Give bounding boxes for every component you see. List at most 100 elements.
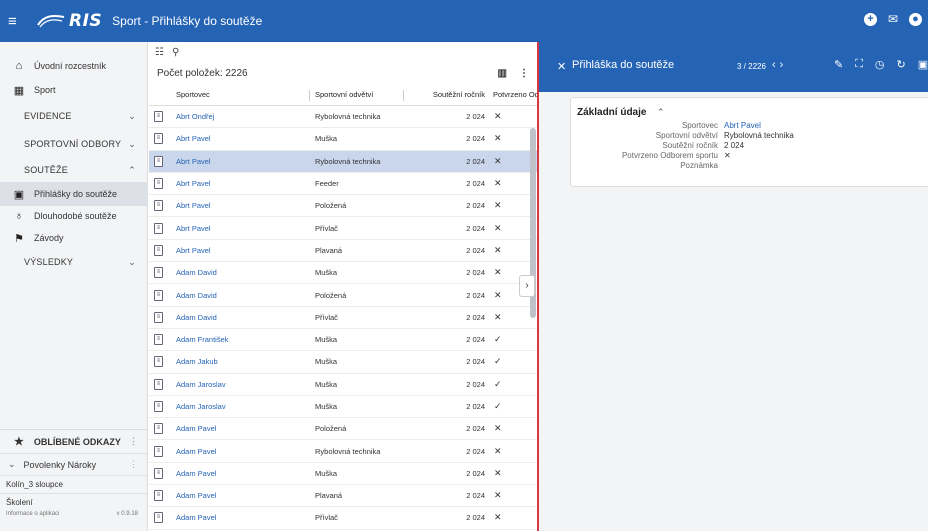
chevron-up-icon[interactable]: ⌃ — [657, 107, 665, 118]
favorites-group[interactable]: ⌄ Povolenky Nároky ⋮ — [0, 453, 148, 475]
user-icon[interactable]: ● — [909, 13, 922, 26]
chevron-down-icon: ⌄ — [128, 138, 136, 149]
table-row[interactable]: ≡ Adam David Přívlač 2 024 ✕ — [149, 307, 537, 329]
more-vertical-icon[interactable]: ⋮ — [519, 68, 529, 79]
cell-sportovec[interactable]: Abrt Pavel — [176, 201, 211, 210]
favorite-link[interactable]: Školení — [0, 493, 148, 511]
table-row[interactable]: ≡ Adam Pavel Rybolovná technika 2 024 ✕ — [149, 440, 537, 463]
sidebar-item-label: Sport — [34, 85, 56, 95]
cell-sportovec[interactable]: Adam David — [176, 313, 217, 322]
table-row[interactable]: ≡ Adam Pavel Přívlač 2 024 ✕ — [149, 507, 537, 530]
cell-potvrzeno: ✕ — [494, 155, 502, 166]
table-row[interactable]: ≡ Adam Jaroslav Muška 2 024 ✓ — [149, 396, 537, 419]
cell-sportovec[interactable]: Adam Pavel — [176, 491, 216, 500]
cell-sportovec[interactable]: Adam Pavel — [176, 424, 216, 433]
field-value[interactable]: Abrt Pavel — [724, 121, 761, 130]
sidebar-section-vysledky[interactable]: VÝSLEDKY ⌄ — [24, 250, 146, 274]
table-row[interactable]: ≡ Abrt Pavel Feeder 2 024 ✕ — [149, 173, 537, 196]
document-icon: ≡ — [154, 423, 163, 435]
search-icon[interactable]: ⚲ — [172, 47, 179, 58]
cell-odvetvi: Muška — [315, 379, 338, 389]
column-header-potvrzeno[interactable]: Potvrzeno Odb — [493, 90, 537, 99]
cell-sportovec[interactable]: Abrt Pavel — [176, 179, 211, 188]
sidebar-section-souteze[interactable]: SOUTĚŽE ⌃ — [24, 158, 146, 182]
table-row[interactable]: ≡ Abrt Ondřej Rybolovná technika 2 024 ✕ — [149, 106, 537, 129]
cell-sportovec[interactable]: Adam Jakub — [176, 357, 218, 366]
cell-sportovec[interactable]: Abrt Pavel — [176, 157, 211, 166]
history-icon[interactable]: ◷ — [875, 58, 885, 71]
table-row[interactable]: ≡ Abrt Pavel Muška 2 024 ✕ — [149, 128, 537, 151]
hamburger-menu-icon[interactable]: ≡ — [8, 14, 24, 29]
favorite-link[interactable]: Kolín_3 sloupce — [0, 475, 148, 493]
chevron-left-icon[interactable]: ‹ — [772, 59, 780, 71]
sidebar-item-prihlasky[interactable]: ▣ Přihlášky do soutěže — [0, 182, 148, 206]
fullscreen-icon[interactable]: ⛶ — [855, 58, 863, 71]
table-row[interactable]: ≡ Abrt Pavel Přívlač 2 024 ✕ — [149, 217, 537, 240]
add-icon[interactable]: + — [863, 13, 877, 26]
document-icon: ≡ — [154, 133, 163, 145]
table-row[interactable]: ≡ Adam František Muška 2 024 ✓ — [149, 329, 537, 352]
refresh-icon[interactable]: ↻ — [897, 58, 906, 71]
cell-sportovec[interactable]: Adam František — [176, 335, 229, 344]
cell-sportovec[interactable]: Abrt Pavel — [176, 246, 211, 255]
cell-sportovec[interactable]: Abrt Pavel — [176, 224, 211, 233]
table-row[interactable]: ≡ Abrt Pavel Plavaná 2 024 ✕ — [149, 240, 537, 263]
document-icon: ≡ — [154, 401, 163, 412]
cell-sportovec[interactable]: Adam David — [176, 291, 217, 300]
more-vertical-icon[interactable]: ⋮ — [129, 436, 138, 447]
sidebar-item-dlouhodobe[interactable]: ♁ Dlouhodobé soutěže — [0, 204, 148, 228]
logo-swoosh-icon — [37, 15, 65, 28]
sidebar-section-evidence[interactable]: EVIDENCE ⌄ — [24, 104, 146, 128]
cell-sportovec[interactable]: Adam Jaroslav — [176, 402, 226, 411]
table-row[interactable]: ≡ Abrt Pavel Rybolovná technika 2 024 ✕ — [149, 150, 537, 173]
chevron-down-icon: ⌄ — [8, 459, 16, 469]
cell-sportovec[interactable]: Adam David — [176, 268, 217, 277]
table-row[interactable]: ≡ Adam David Položená 2 024 ✕ — [149, 284, 537, 307]
section-label: SOUTĚŽE — [24, 165, 68, 175]
cell-potvrzeno: ✕ — [494, 200, 502, 211]
cell-sportovec[interactable]: Abrt Pavel — [176, 134, 211, 143]
more-vertical-icon[interactable]: ⋮ — [129, 459, 138, 470]
columns-icon[interactable]: ▥ — [498, 68, 507, 79]
table-row[interactable]: ≡ Adam Pavel Plavaná 2 024 ✕ — [149, 485, 537, 508]
cell-sportovec[interactable]: Adam Pavel — [176, 469, 216, 478]
chevron-right-icon[interactable]: › — [780, 59, 788, 71]
delete-icon[interactable]: ▣ — [918, 58, 928, 71]
table-row[interactable]: ≡ Adam Jakub Muška 2 024 ✓ — [149, 351, 537, 374]
sidebar-item-sport[interactable]: ▦ Sport — [0, 78, 148, 102]
favorites-header[interactable]: ★ OBLÍBENÉ ODKAZY ⋮ — [0, 429, 148, 453]
app-logo[interactable]: RIS — [36, 11, 102, 31]
table-row[interactable]: ≡ Adam Jaroslav Muška 2 024 ✓ — [149, 374, 537, 396]
sidebar-item-home[interactable]: ⌂ Úvodní rozcestník — [0, 54, 148, 78]
column-header-odvetvi[interactable]: Sportovní odvětví — [315, 90, 373, 99]
cell-sportovec[interactable]: Adam Pavel — [176, 513, 216, 522]
sidebar-item-zavody[interactable]: ⚑ Závody — [0, 226, 148, 250]
chevron-down-icon: ⌄ — [128, 256, 136, 267]
filter-icon[interactable]: ☷ — [155, 47, 164, 58]
mail-icon[interactable]: ✉ — [888, 13, 898, 26]
cell-potvrzeno: ✕ — [494, 111, 502, 122]
field-label: Sportovec — [681, 121, 718, 130]
cell-potvrzeno: ✕ — [494, 445, 502, 456]
cell-odvetvi: Rybolovná technika — [315, 446, 381, 456]
app-info-link[interactable]: Informace o aplikaci — [6, 511, 59, 523]
collapse-detail-button[interactable]: › — [519, 275, 535, 297]
cell-sportovec[interactable]: Adam Pavel — [176, 447, 216, 456]
app-info-footer[interactable]: Informace o aplikaci v 0.9.18 — [0, 511, 148, 523]
table-row[interactable]: ≡ Adam Pavel Muška 2 024 ✕ — [149, 463, 537, 486]
cell-sportovec[interactable]: Adam Jaroslav — [176, 380, 226, 389]
document-icon: ≡ — [154, 311, 163, 323]
document-icon: ≡ — [154, 490, 163, 502]
table-row[interactable]: ≡ Adam Pavel Položená 2 024 ✕ — [149, 418, 537, 441]
close-icon[interactable]: ✕ — [557, 60, 566, 73]
cell-odvetvi: Feeder — [315, 179, 339, 189]
table-row[interactable]: ≡ Adam David Muška 2 024 ✕ — [149, 262, 537, 285]
cell-rocnik: 2 024 — [466, 446, 485, 456]
edit-icon[interactable]: ✎ — [834, 58, 843, 71]
column-header-rocnik[interactable]: Soutěžní ročník — [388, 90, 485, 99]
column-header-sportovec[interactable]: Sportovec — [176, 90, 210, 99]
cell-sportovec[interactable]: Abrt Ondřej — [176, 112, 214, 121]
chevron-up-icon: ⌃ — [128, 164, 136, 175]
sidebar-section-sportovni-odbory[interactable]: SPORTOVNÍ ODBORY ⌄ — [24, 132, 146, 156]
table-row[interactable]: ≡ Abrt Pavel Položená 2 024 ✕ — [149, 195, 537, 218]
